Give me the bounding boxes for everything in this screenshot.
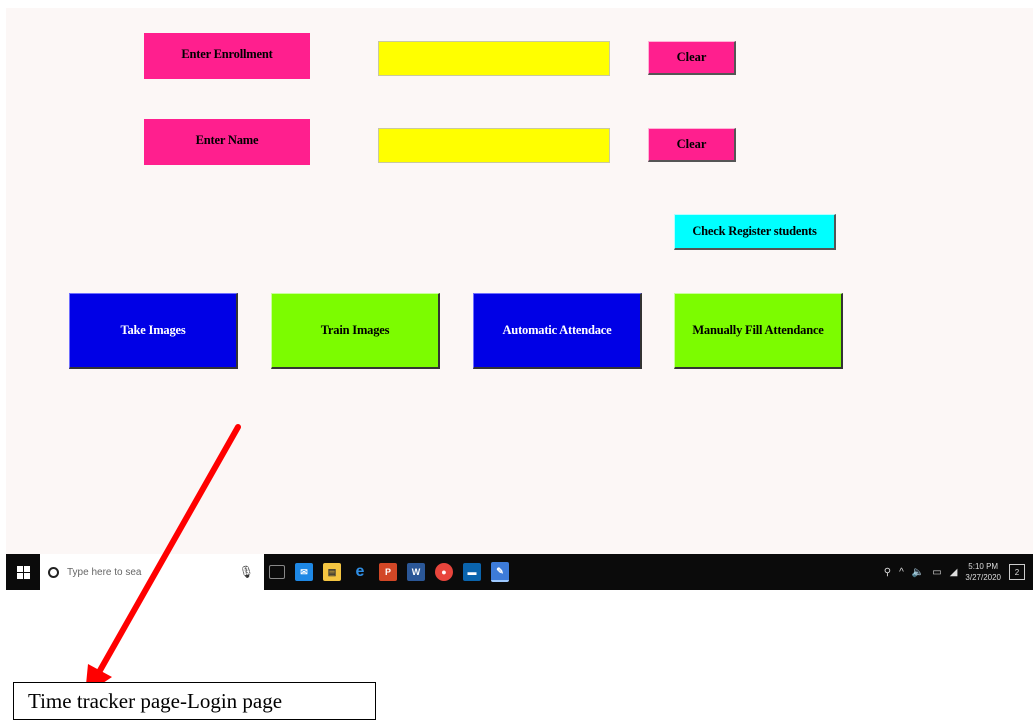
clock-date: 3/27/2020 <box>965 573 1001 582</box>
volume-icon[interactable]: 🔈 <box>912 567 924 578</box>
mail-icon[interactable]: ✉ <box>295 563 313 581</box>
clock-time: 5:10 PM <box>968 562 999 571</box>
clear-enrollment-button[interactable]: Clear <box>648 41 736 75</box>
edge-icon[interactable]: e <box>351 563 369 581</box>
train-images-button[interactable]: Train Images <box>271 293 440 369</box>
chevron-up-icon[interactable]: ^ <box>899 567 904 578</box>
enrollment-input[interactable] <box>378 41 610 76</box>
search-placeholder: Type here to sea <box>67 566 142 578</box>
task-view-icon[interactable] <box>269 565 285 579</box>
outlook-icon[interactable]: ▬ <box>463 563 481 581</box>
people-icon[interactable]: ⚲ <box>884 567 891 578</box>
notification-center-icon[interactable]: 2 <box>1009 564 1025 580</box>
start-button[interactable] <box>6 554 40 590</box>
taskbar-clock[interactable]: 5:10 PM 3/27/2020 <box>965 561 1001 583</box>
wifi-icon[interactable]: ◢ <box>950 567 958 578</box>
file-explorer-icon[interactable]: ▤ <box>323 563 341 581</box>
name-input[interactable] <box>378 128 610 163</box>
automatic-attendance-button[interactable]: Automatic Attendace <box>473 293 642 369</box>
attendance-app-window: Enter Enrollment Clear Enter Name Clear … <box>6 8 1033 554</box>
manual-attendance-button[interactable]: Manually Fill Attendance <box>674 293 843 369</box>
enrollment-label: Enter Enrollment <box>144 33 310 79</box>
windows-taskbar: Type here to sea 🎙 ✉ ▤ e P W ● ▬ ✎ ⚲ ^ 🔈… <box>6 554 1033 590</box>
word-icon[interactable]: W <box>407 563 425 581</box>
system-tray: ⚲ ^ 🔈 ▭ ◢ 5:10 PM 3/27/2020 2 <box>884 561 1033 583</box>
chrome-icon[interactable]: ● <box>435 563 453 581</box>
name-label: Enter Name <box>144 119 310 165</box>
take-images-button[interactable]: Take Images <box>69 293 238 369</box>
battery-icon[interactable]: ▭ <box>932 567 941 578</box>
cortana-icon <box>48 566 59 578</box>
clear-name-button[interactable]: Clear <box>648 128 736 162</box>
microphone-icon[interactable]: 🎙 <box>239 565 254 579</box>
windows-logo-icon <box>16 565 30 579</box>
python-app-icon[interactable]: ✎ <box>491 562 509 582</box>
taskbar-search-box[interactable]: Type here to sea 🎙 <box>40 554 264 590</box>
figure-caption: Time tracker page-Login page <box>13 682 376 720</box>
powerpoint-icon[interactable]: P <box>379 563 397 581</box>
check-register-students-button[interactable]: Check Register students <box>674 214 836 250</box>
notification-count: 2 <box>1014 567 1020 577</box>
